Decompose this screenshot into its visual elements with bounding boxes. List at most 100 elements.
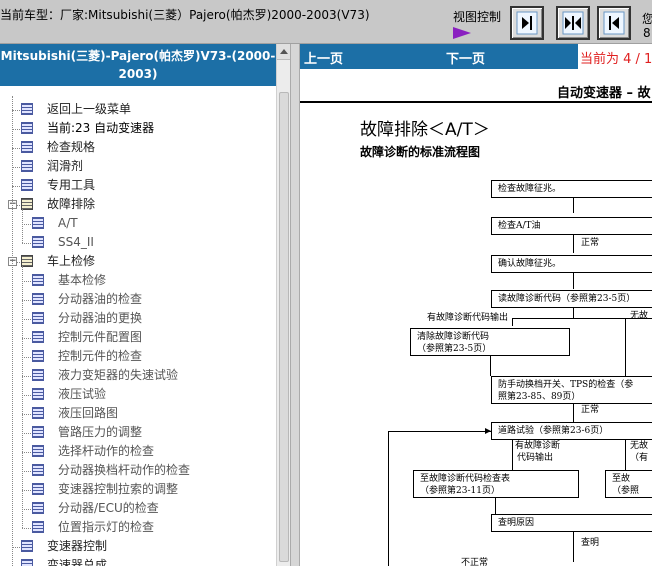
play-arrow-icon[interactable] xyxy=(453,27,471,39)
tree-item[interactable]: 分动器/ECU的检查 xyxy=(32,499,276,518)
tree-item[interactable]: 基本检修 xyxy=(32,271,276,290)
tree-item[interactable]: 液压试验 xyxy=(32,385,276,404)
document-page-icon xyxy=(32,502,44,514)
topbar-truncated-text: 您 xyxy=(642,12,652,26)
tree-item-label: 控制元件配置图 xyxy=(58,330,143,344)
tree-item[interactable]: 液压回路图 xyxy=(32,404,276,423)
document-page-icon xyxy=(32,217,44,229)
tree-guide-line xyxy=(22,266,23,528)
flow-connector xyxy=(573,198,574,213)
flow-connector xyxy=(573,308,574,318)
tree-scrollbar[interactable] xyxy=(276,44,291,566)
flow-box-road-test: 道路试验（参照第23-6页） xyxy=(491,422,652,440)
flow-box-text: 清除故障诊断代码 xyxy=(417,332,490,342)
document-page-icon xyxy=(21,179,33,191)
flow-label-normal: 正常 xyxy=(581,405,600,415)
panel-splitter[interactable] xyxy=(290,44,300,566)
flow-label-normal: 正常 xyxy=(581,238,600,248)
tree-connector xyxy=(22,376,31,377)
flow-box-code-check-table: 至故障诊断代码检查表 （参照第23-11页） xyxy=(413,470,579,498)
tree-item-label: 位置指示灯的检查 xyxy=(58,520,155,534)
document-viewer: 自动变速器 – 故 故障排除＜A/T＞ 故障诊断的标准流程图 检查故障征兆。 检… xyxy=(300,69,652,566)
next-page-link[interactable]: 下一页 xyxy=(446,48,485,67)
tree-item[interactable]: 专用工具 xyxy=(21,176,276,195)
flow-box-text: （参照 xyxy=(612,486,640,496)
tree-connector xyxy=(22,528,31,529)
flow-label-line: 有故障诊断 xyxy=(515,441,561,451)
tree-item[interactable]: 分动器换档杆动作的检查 xyxy=(32,461,276,480)
flow-box-check-symptoms: 检查故障征兆。 xyxy=(491,180,652,198)
tree-item[interactable]: 分动器油的检查 xyxy=(32,290,276,309)
flow-box-switch-tps-check: 防手动换档开关、TPS的检查（参 照第23-85、89页） xyxy=(491,376,652,404)
tree-item[interactable]: 变速器总成 xyxy=(21,556,276,566)
tree-item-label: 变速器控制 xyxy=(47,539,108,553)
flow-label-line: （有 xyxy=(630,453,649,463)
flow-box-text: 至故 xyxy=(612,474,631,484)
doc-title: 故障排除＜A/T＞ xyxy=(360,120,490,140)
document-page-icon xyxy=(32,312,44,324)
view-left-panel-button[interactable] xyxy=(597,6,631,40)
document-page-icon xyxy=(32,293,44,305)
tree-connector xyxy=(22,224,31,225)
tree-connector xyxy=(22,414,31,415)
prev-page-link[interactable]: 上一页 xyxy=(304,48,343,67)
flow-label-abnormal: 不正常 xyxy=(461,558,489,566)
tree-item-label: 返回上一级菜单 xyxy=(47,102,132,116)
tree-item-label: 润滑剂 xyxy=(47,159,84,173)
tree-item[interactable]: 控制元件的检查 xyxy=(32,347,276,366)
flow-label-has-code: 有故障诊断代码输出 xyxy=(427,313,509,323)
view-right-panel-button[interactable] xyxy=(510,6,544,40)
tree-item[interactable]: 变速器控制拉索的调整 xyxy=(32,480,276,499)
tree-item[interactable]: 变速器控制 xyxy=(21,537,276,556)
flow-label-line: 代码输出 xyxy=(517,453,554,463)
tree-connector xyxy=(22,300,31,301)
tree-item-label: 分动器/ECU的检查 xyxy=(58,501,159,515)
page-nav-bar: 上一页 下一页 当前为 4 / 10 xyxy=(300,44,652,69)
flow-box-find-cause: 查明原因 xyxy=(491,514,652,532)
flow-loop-connector xyxy=(388,431,389,566)
tree-item[interactable]: 位置指示灯的检查 xyxy=(32,518,276,537)
flow-label-line: 无故 xyxy=(630,441,649,451)
tree-connector xyxy=(22,243,31,244)
tree-item[interactable]: SS4_II xyxy=(32,233,276,252)
flow-connector xyxy=(495,498,496,514)
tree-item-label: 分动器油的更换 xyxy=(58,311,143,325)
tree-item-label: A/T xyxy=(58,216,78,230)
tree-item-label: SS4_II xyxy=(58,235,94,249)
tree-item[interactable]: 液力变矩器的失速试验 xyxy=(32,366,276,385)
tree-item-label: 基本检修 xyxy=(58,273,107,287)
tree-connector xyxy=(12,110,20,111)
flow-box-text: 至故障诊断代码检查表 xyxy=(420,474,511,484)
tree-item[interactable]: 检查规格 xyxy=(21,138,276,157)
flow-connector xyxy=(625,440,626,470)
tree-connector xyxy=(12,148,20,149)
tree-item[interactable]: 管路压力的调整 xyxy=(32,423,276,442)
top-toolbar: 当前车型：厂家:Mitsubishi(三菱）Pajero(帕杰罗)2000-20… xyxy=(0,0,652,44)
scroll-up-button[interactable] xyxy=(277,44,291,60)
tree-item[interactable]: A/T xyxy=(32,214,276,233)
tree-item[interactable]: 润滑剂 xyxy=(21,157,276,176)
flow-box-check-at-oil: 检查A/T油 xyxy=(491,217,652,235)
document-page-icon xyxy=(32,483,44,495)
tree-folder[interactable]: 故障排除 xyxy=(21,195,276,214)
flow-connector xyxy=(625,318,626,378)
tree-item-label: 变速器控制拉索的调整 xyxy=(58,482,179,496)
tree-item[interactable]: 选择杆动作的检查 xyxy=(32,442,276,461)
tree-item[interactable]: 分动器油的更换 xyxy=(32,309,276,328)
tree-folder[interactable]: 车上检修 xyxy=(21,252,276,271)
document-page-icon xyxy=(21,559,33,566)
tree-item[interactable]: 当前:23 自动变速器 xyxy=(21,119,276,138)
document-page-icon xyxy=(21,160,33,172)
tree-connector xyxy=(22,395,31,396)
document-page-icon xyxy=(32,369,44,381)
scrollbar-thumb[interactable] xyxy=(279,92,289,562)
document-page-icon xyxy=(32,521,44,533)
document-page-icon xyxy=(32,331,44,343)
tree-item[interactable]: 返回上一级菜单 xyxy=(21,100,276,119)
tree-item-label: 故障排除 xyxy=(47,197,96,211)
tree-connector xyxy=(22,281,31,282)
tree-connector xyxy=(22,338,31,339)
tree-item[interactable]: 控制元件配置图 xyxy=(32,328,276,347)
view-split-button[interactable] xyxy=(556,6,590,40)
current-vehicle-label: 当前车型：厂家:Mitsubishi(三菱）Pajero(帕杰罗)2000-20… xyxy=(0,8,370,22)
